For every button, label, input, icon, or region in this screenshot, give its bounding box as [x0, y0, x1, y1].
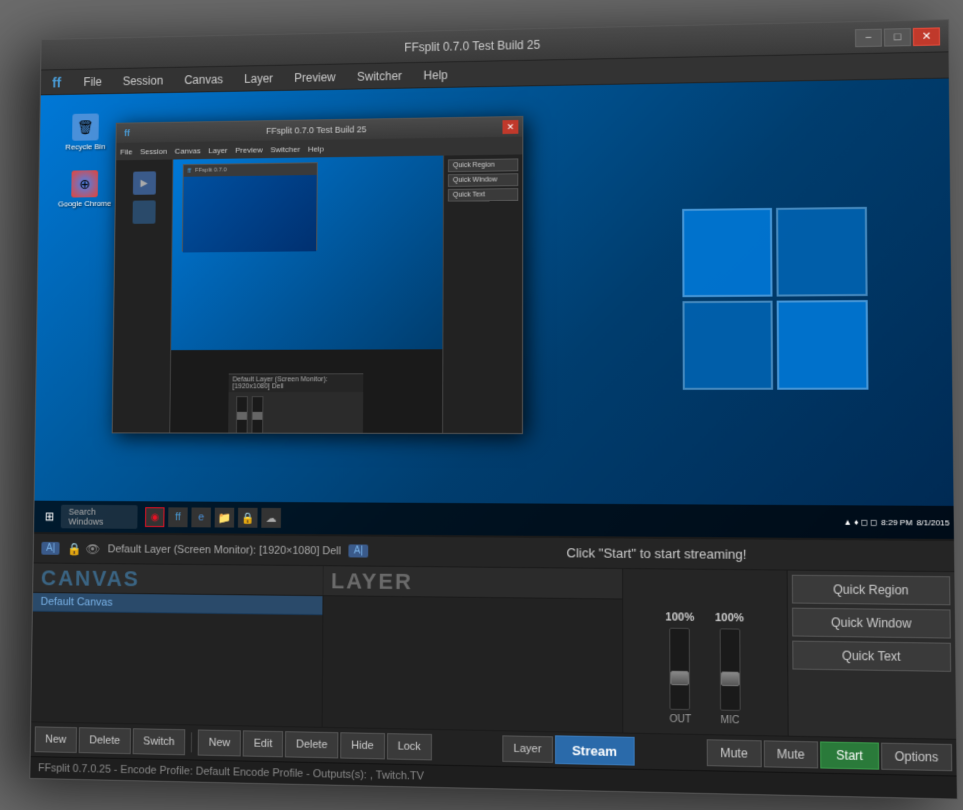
canvas-layer-area: CANVAS LAYER Default Canvas	[31, 563, 622, 732]
quick-text-button[interactable]: Quick Text	[792, 641, 951, 672]
button-separator	[191, 732, 192, 752]
menu-session[interactable]: Session	[113, 70, 173, 90]
layer-hide-button[interactable]: Hide	[340, 732, 384, 759]
recycle-bin-label: Recycle Bin	[65, 142, 105, 151]
nested-quick-window: Quick Window	[447, 173, 517, 187]
canvas-delete-button[interactable]: Delete	[78, 727, 130, 754]
nested-app-window: ff FFsplit 0.7.0 Test Build 25 ✕ File Se…	[111, 116, 523, 434]
controls-row: CANVAS LAYER Default Canvas	[31, 563, 956, 738]
menu-switcher[interactable]: Switcher	[347, 66, 412, 87]
eye-icon[interactable]: 👁	[85, 542, 100, 556]
menu-layer[interactable]: Layer	[234, 68, 282, 88]
layer-info-text: Default Layer (Screen Monitor): [1920×10…	[107, 543, 340, 557]
win-start-button[interactable]: ⊞	[37, 506, 60, 528]
maximize-button[interactable]: □	[883, 28, 910, 47]
clock-date: 8/1/2015	[916, 518, 949, 528]
nested-close-button[interactable]: ✕	[502, 120, 518, 134]
title-bar-controls: − □ ✕	[854, 27, 939, 47]
close-button[interactable]: ✕	[912, 27, 939, 46]
canvas-switch-button[interactable]: Switch	[132, 728, 185, 755]
win10-desktop: 🗑 Recycle Bin ⊕ Google Chrome	[34, 79, 954, 539]
layer-label: LAYER	[322, 566, 622, 598]
mic-slider-thumb[interactable]	[720, 671, 739, 686]
volume-row: 100% OUT 100% MIC	[665, 578, 744, 727]
menu-preview[interactable]: Preview	[284, 67, 345, 88]
quick-region-button[interactable]: Quick Region	[791, 575, 950, 606]
mic-label: MIC	[720, 715, 739, 727]
nested-right-panel: Quick Region Quick Window Quick Text	[442, 154, 522, 433]
out-label: OUT	[669, 714, 691, 726]
out-slider-track	[669, 628, 690, 710]
win-search-box[interactable]: Search Windows	[60, 505, 137, 529]
audio-section: 100% OUT 100% MIC	[622, 569, 788, 736]
mute-out-button[interactable]: Mute	[706, 739, 761, 767]
app-window: FFsplit 0.7.0 Test Build 25 − □ ✕ ff Fil…	[29, 19, 958, 800]
status-text: FFsplit 0.7.0.25 - Encode Profile: Defau…	[38, 762, 424, 782]
spacer	[433, 747, 500, 748]
mic-volume-control: 100% MIC	[714, 612, 744, 727]
options-button[interactable]: Options	[880, 743, 952, 772]
quick-panel: Quick Region Quick Window Quick Text	[786, 571, 956, 739]
mic-slider-track	[719, 628, 740, 711]
mic-percent: 100%	[714, 612, 743, 625]
canvas-new-button[interactable]: New	[34, 726, 77, 753]
nested-window-title: FFsplit 0.7.0 Test Build 25	[133, 122, 502, 138]
stream-button[interactable]: Stream	[554, 735, 634, 765]
info-icons: 🔒 👁	[67, 542, 100, 556]
canvas-content: Default Canvas	[31, 593, 622, 733]
taskbar-time: ▲ ♦ ◻ ◻	[843, 517, 876, 526]
clock-time: 8:29 PM	[881, 517, 912, 526]
start-button[interactable]: Start	[820, 741, 878, 769]
layer-edit-button[interactable]: Edit	[242, 730, 282, 757]
bottom-section: A| 🔒 👁 Default Layer (Screen Monitor): […	[30, 532, 956, 775]
out-volume-control: 100% OUT	[665, 611, 694, 725]
minimize-button[interactable]: −	[854, 28, 881, 47]
layer-lock-button[interactable]: Lock	[386, 733, 431, 760]
canvas-badge: A|	[41, 542, 60, 555]
canvas-default-item[interactable]: Default Canvas	[32, 593, 321, 615]
layer-badge: A|	[348, 544, 367, 557]
spacer2	[636, 751, 704, 752]
preview-area: 🗑 Recycle Bin ⊕ Google Chrome	[34, 79, 954, 539]
menu-help[interactable]: Help	[413, 65, 457, 85]
layer-delete-button[interactable]: Delete	[285, 731, 338, 758]
main-content: 🗑 Recycle Bin ⊕ Google Chrome	[30, 79, 957, 799]
menu-canvas[interactable]: Canvas	[174, 69, 232, 89]
out-percent: 100%	[665, 611, 694, 624]
canvas-label: CANVAS	[33, 563, 322, 595]
quick-window-button[interactable]: Quick Window	[792, 608, 951, 639]
stream-message: Click "Start" to start streaming!	[375, 544, 945, 564]
nested-quick-region: Quick Region	[447, 158, 517, 172]
nested-sidebar: ▶	[112, 159, 173, 432]
nested-quick-text: Quick Text	[447, 188, 517, 202]
win10-logo	[682, 206, 889, 409]
app-logo: ff	[44, 74, 68, 90]
layer-new-button[interactable]: New	[197, 729, 240, 756]
menu-file[interactable]: File	[74, 71, 111, 91]
layer-list	[322, 596, 622, 732]
layer-label-button[interactable]: Layer	[502, 735, 552, 763]
mute-mic-button[interactable]: Mute	[763, 740, 818, 768]
win-tray: ▲ ♦ ◻ ◻ 8:29 PM 8/1/2015	[843, 517, 949, 527]
nested-preview: ff FFsplit 0.7.0 Default Layer (Screen M…	[170, 156, 443, 433]
recycle-bin-icon: 🗑 Recycle Bin	[58, 113, 112, 151]
lock-icon[interactable]: 🔒	[67, 542, 81, 556]
desktop-icons: 🗑 Recycle Bin ⊕ Google Chrome	[57, 113, 112, 208]
taskbar-icons: ◉ ff e 📁 🔒 ☁	[145, 507, 281, 528]
chrome-label: Google Chrome	[57, 199, 111, 208]
canvas-list: Default Canvas	[31, 593, 323, 727]
out-slider-thumb[interactable]	[670, 670, 689, 685]
chrome-icon: ⊕ Google Chrome	[57, 170, 111, 208]
